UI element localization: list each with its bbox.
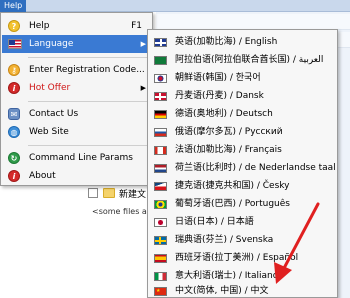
menu-item-label: Language bbox=[29, 39, 74, 49]
language-item-english[interactable]: 英语(加勒比海) / English bbox=[149, 33, 337, 52]
us-flag-icon bbox=[8, 39, 22, 49]
menubar-help[interactable]: Help bbox=[0, 0, 26, 12]
menu-separator bbox=[28, 101, 150, 102]
menu-item-web-site[interactable]: ◍ Web Site bbox=[2, 123, 152, 141]
menu-item-label: About bbox=[29, 171, 56, 181]
menu-item-help[interactable]: ? Help F1 bbox=[2, 17, 152, 35]
globe-icon: ◍ bbox=[8, 126, 20, 138]
menu-item-about[interactable]: i About bbox=[2, 167, 152, 185]
language-label: 阿拉伯语(阿拉伯联合酋长国) / العربية bbox=[175, 55, 324, 65]
korea-flag-icon bbox=[154, 74, 167, 83]
language-item-french[interactable]: 法语(加勒比海) / Français bbox=[149, 141, 337, 160]
menu-item-label: Contact Us bbox=[29, 109, 79, 119]
menu-item-contact-us[interactable]: ✉ Contact Us bbox=[2, 105, 152, 123]
saudi-flag-icon bbox=[154, 56, 167, 65]
denmark-flag-icon bbox=[154, 92, 167, 101]
czech-flag-icon bbox=[154, 182, 167, 191]
language-label: 法语(加勒比海) / Français bbox=[175, 145, 282, 155]
language-item-czech[interactable]: 捷克语(捷克共和国) / Česky bbox=[149, 177, 337, 196]
language-item-japanese[interactable]: 日语(日本) / 日本語 bbox=[149, 213, 337, 232]
language-item-korean[interactable]: 朝鲜语(韩国) / 한국어 bbox=[149, 69, 337, 88]
russia-flag-icon bbox=[154, 128, 167, 137]
language-label: 德语(奥地利) / Deutsch bbox=[175, 109, 273, 119]
china-flag-icon bbox=[154, 282, 167, 298]
submenu-arrow-icon: ▶ bbox=[140, 40, 146, 48]
menu-item-label: Help bbox=[29, 21, 50, 31]
language-label: 葡萄牙语(巴西) / Português bbox=[175, 199, 290, 209]
contact-icon: ✉ bbox=[8, 108, 20, 120]
language-item-spanish[interactable]: 西班牙语(拉丁美洲) / Español bbox=[149, 249, 337, 268]
menu-item-registration[interactable]: ⚷ Enter Registration Code... bbox=[2, 61, 152, 79]
menu-separator bbox=[28, 145, 150, 146]
cmd-icon: ↻ bbox=[8, 152, 20, 164]
canada-flag-icon bbox=[154, 146, 167, 155]
menu-item-label: Web Site bbox=[29, 127, 69, 137]
language-item-chinese[interactable]: 中文(简体, 中国) / 中文 bbox=[149, 282, 337, 298]
language-submenu: 英语(加勒比海) / English 阿拉伯语(阿拉伯联合酋长国) / العر… bbox=[147, 29, 338, 298]
language-item-dutch[interactable]: 荷兰语(比利时) / de Nederlandse taal bbox=[149, 159, 337, 178]
language-label: 朝鲜语(韩国) / 한국어 bbox=[175, 73, 261, 83]
file-list-note: <some files a. bbox=[92, 207, 150, 216]
menu-item-label: Command Line Params bbox=[29, 153, 133, 163]
help-dropdown-menu: ? Help F1 Language ▶ ⚷ Enter Registratio… bbox=[0, 12, 153, 186]
netherlands-flag-icon bbox=[154, 164, 167, 173]
language-label: 瑞典语(芬兰) / Svenska bbox=[175, 235, 274, 245]
key-icon: ⚷ bbox=[8, 64, 20, 76]
language-label: 日语(日本) / 日本語 bbox=[175, 217, 254, 227]
spain-flag-icon bbox=[154, 254, 167, 263]
language-item-danish[interactable]: 丹麦语(丹麦) / Dansk bbox=[149, 87, 337, 106]
language-item-german[interactable]: 德语(奥地利) / Deutsch bbox=[149, 105, 337, 124]
menu-separator bbox=[28, 57, 150, 58]
japan-flag-icon bbox=[154, 218, 167, 227]
menu-item-shortcut: F1 bbox=[131, 21, 142, 31]
language-item-swedish[interactable]: 瑞典语(芬兰) / Svenska bbox=[149, 231, 337, 250]
sweden-flag-icon bbox=[154, 236, 167, 245]
info-icon: i bbox=[8, 170, 20, 182]
folder-icon bbox=[103, 188, 115, 198]
language-label: 俄语(摩尔多瓦) / Русский bbox=[175, 127, 283, 137]
file-checkbox[interactable] bbox=[88, 188, 98, 198]
info-icon: i bbox=[8, 82, 20, 94]
germany-flag-icon bbox=[154, 110, 167, 119]
app-row bbox=[156, 14, 350, 30]
language-label: 英语(加勒比海) / English bbox=[175, 37, 278, 47]
menu-item-hot-offer[interactable]: i Hot Offer ▶ bbox=[2, 79, 152, 97]
menu-item-label: Enter Registration Code... bbox=[29, 65, 145, 75]
language-item-arabic[interactable]: 阿拉伯语(阿拉伯联合酋长国) / العربية bbox=[149, 51, 337, 70]
language-item-portuguese[interactable]: 葡萄牙语(巴西) / Português bbox=[149, 195, 337, 214]
uk-flag-icon bbox=[154, 38, 167, 47]
language-label: 丹麦语(丹麦) / Dansk bbox=[175, 91, 264, 101]
brazil-flag-icon bbox=[154, 200, 167, 209]
menu-item-command-line[interactable]: ↻ Command Line Params bbox=[2, 149, 152, 167]
menu-item-language[interactable]: Language ▶ bbox=[2, 35, 152, 53]
language-item-russian[interactable]: 俄语(摩尔多瓦) / Русский bbox=[149, 123, 337, 142]
help-icon: ? bbox=[8, 20, 20, 32]
file-name[interactable]: 新建文 bbox=[119, 187, 146, 200]
language-label: 捷克语(捷克共和国) / Česky bbox=[175, 181, 290, 191]
language-label: 荷兰语(比利时) / de Nederlandse taal bbox=[175, 163, 336, 173]
file-list-area bbox=[0, 186, 160, 298]
menu-bar: Help bbox=[0, 0, 350, 12]
language-label: 西班牙语(拉丁美洲) / Español bbox=[175, 253, 299, 263]
submenu-arrow-icon: ▶ bbox=[140, 84, 146, 92]
menu-item-label: Hot Offer bbox=[29, 83, 71, 93]
language-label: 中文(简体, 中国) / 中文 bbox=[175, 286, 269, 296]
italy-flag-icon bbox=[154, 272, 167, 281]
